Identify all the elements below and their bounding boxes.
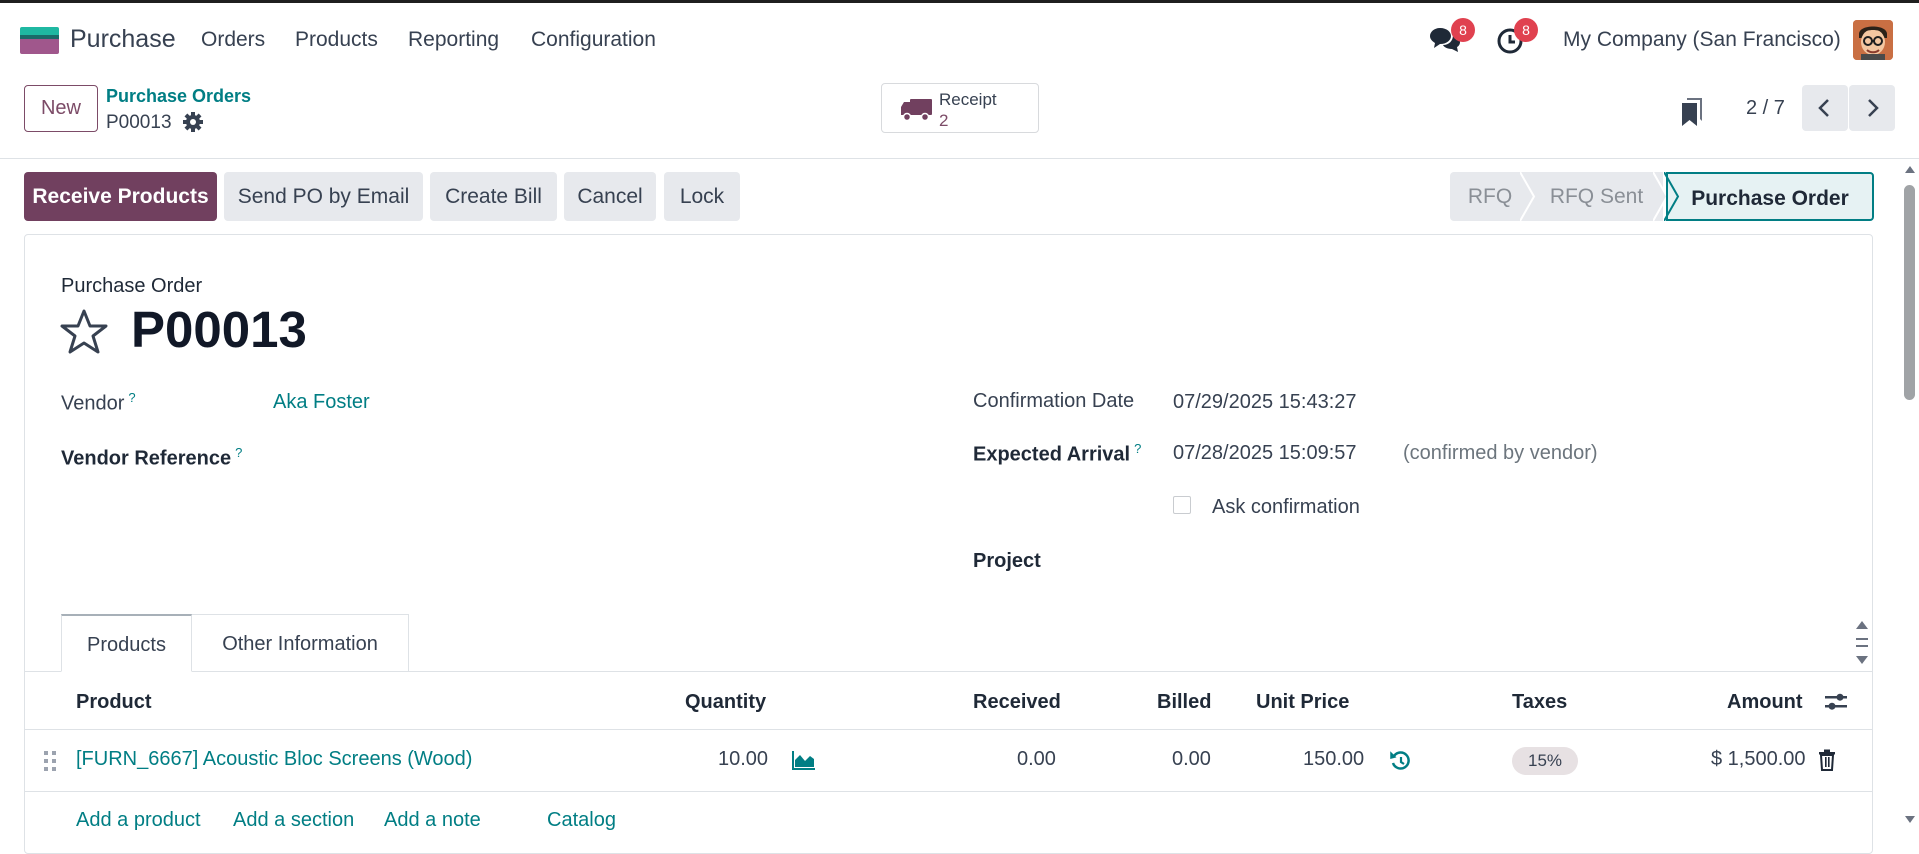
control-panel-divider	[0, 158, 1919, 159]
line-tax-badge[interactable]: 15%	[1512, 747, 1578, 775]
chevron-right-icon	[1868, 99, 1879, 117]
column-received[interactable]: Received	[973, 691, 1061, 714]
confirmation-date-value[interactable]: 07/29/2025 15:43:27	[1173, 391, 1357, 414]
line-amount: $ 1,500.00	[1711, 748, 1806, 770]
stage-rfq-sent[interactable]: RFQ Sent	[1530, 172, 1663, 221]
optional-columns-icon[interactable]	[1824, 692, 1848, 717]
pager-previous-button[interactable]	[1802, 85, 1848, 131]
chevron-left-icon	[1818, 99, 1829, 117]
ask-confirmation-checkbox[interactable]	[1173, 496, 1191, 514]
confirmed-by-vendor-note: (confirmed by vendor)	[1403, 442, 1598, 464]
stage-rfq[interactable]: RFQ	[1450, 172, 1530, 221]
line-billed[interactable]: 0.00	[1172, 748, 1211, 771]
column-unit-price[interactable]: Unit Price	[1256, 691, 1349, 714]
line-received[interactable]: 0.00	[1017, 748, 1056, 771]
gear-icon[interactable]	[182, 111, 204, 133]
add-section-link[interactable]: Add a section	[233, 809, 354, 832]
send-po-email-button[interactable]: Send PO by Email	[224, 172, 423, 221]
scroll-up-icon	[1905, 166, 1915, 173]
catalog-link[interactable]: Catalog	[547, 809, 616, 832]
menu-reporting[interactable]: Reporting	[408, 28, 499, 52]
create-bill-button[interactable]: Create Bill	[430, 172, 557, 221]
menu-configuration[interactable]: Configuration	[531, 28, 656, 52]
forecast-chart-icon[interactable]	[792, 750, 816, 775]
expected-arrival-label: Expected Arrival?	[973, 441, 1142, 466]
receive-products-button[interactable]: Receive Products	[24, 172, 217, 221]
form-title-label: Purchase Order	[61, 275, 203, 297]
po-name: P00013	[131, 301, 307, 358]
add-note-link[interactable]: Add a note	[384, 809, 481, 832]
drag-handle-icon[interactable]	[43, 750, 57, 777]
confirmation-date-label: Confirmation Date	[973, 390, 1135, 412]
vendor-field[interactable]: Aka Foster	[273, 391, 370, 414]
tabs-divider	[24, 671, 1873, 672]
scroll-down-icon	[1905, 816, 1915, 823]
new-button[interactable]: New	[24, 85, 98, 132]
bookmark-icon[interactable]	[1680, 97, 1704, 127]
line-product[interactable]: [FURN_6667] Acoustic Bloc Screens (Wood)	[76, 748, 472, 771]
history-icon[interactable]	[1390, 750, 1412, 777]
row-divider	[24, 791, 1873, 792]
column-amount[interactable]: Amount	[1727, 691, 1803, 714]
tab-other-information[interactable]: Other Information	[191, 614, 409, 672]
add-product-link[interactable]: Add a product	[76, 809, 201, 832]
top-navbar: Purchase Orders Products Reporting Confi…	[0, 0, 1919, 75]
vendor-reference-label: Vendor Reference?	[61, 445, 243, 470]
scrollbar-thumb[interactable]	[1904, 185, 1915, 400]
row-resize-icon[interactable]	[1853, 618, 1871, 673]
vendor-label: Vendor?	[61, 390, 136, 415]
column-taxes[interactable]: Taxes	[1512, 691, 1567, 714]
messages-badge: 8	[1451, 18, 1475, 42]
project-label: Project	[973, 550, 1041, 572]
app-name[interactable]: Purchase	[70, 25, 176, 54]
cancel-button[interactable]: Cancel	[564, 172, 656, 221]
lock-button[interactable]: Lock	[664, 172, 740, 221]
trash-icon[interactable]	[1818, 749, 1836, 776]
apps-menu-icon[interactable]	[20, 27, 59, 54]
receipt-smart-button[interactable]: Receipt 2	[881, 83, 1039, 133]
pager-next-button[interactable]	[1849, 85, 1895, 131]
column-billed[interactable]: Billed	[1157, 691, 1211, 714]
receipt-label: Receipt	[939, 90, 997, 109]
truck-icon	[900, 97, 934, 123]
ask-confirmation-label: Ask confirmation	[1212, 496, 1360, 518]
expected-arrival-value[interactable]: 07/28/2025 15:09:57	[1173, 442, 1357, 465]
activities-badge: 8	[1514, 18, 1538, 42]
pager-value[interactable]: 2 / 7	[1746, 97, 1785, 120]
breadcrumb-purchase-orders[interactable]: Purchase Orders	[106, 86, 251, 107]
star-icon[interactable]	[59, 308, 109, 356]
column-product[interactable]: Product	[76, 691, 152, 714]
tab-products[interactable]: Products	[61, 614, 192, 672]
line-unit-price[interactable]: 150.00	[1303, 748, 1364, 771]
header-divider	[24, 729, 1873, 730]
column-quantity[interactable]: Quantity	[685, 691, 766, 714]
menu-products[interactable]: Products	[295, 28, 378, 52]
receipt-count: 2	[939, 111, 949, 130]
menu-orders[interactable]: Orders	[201, 28, 265, 52]
user-avatar[interactable]	[1853, 20, 1893, 60]
line-quantity[interactable]: 10.00	[718, 748, 768, 771]
stage-purchase-order[interactable]: Purchase Order	[1666, 172, 1874, 221]
breadcrumb-record-name: P00013	[106, 112, 172, 133]
company-switcher[interactable]: My Company (San Francisco)	[1563, 28, 1841, 52]
